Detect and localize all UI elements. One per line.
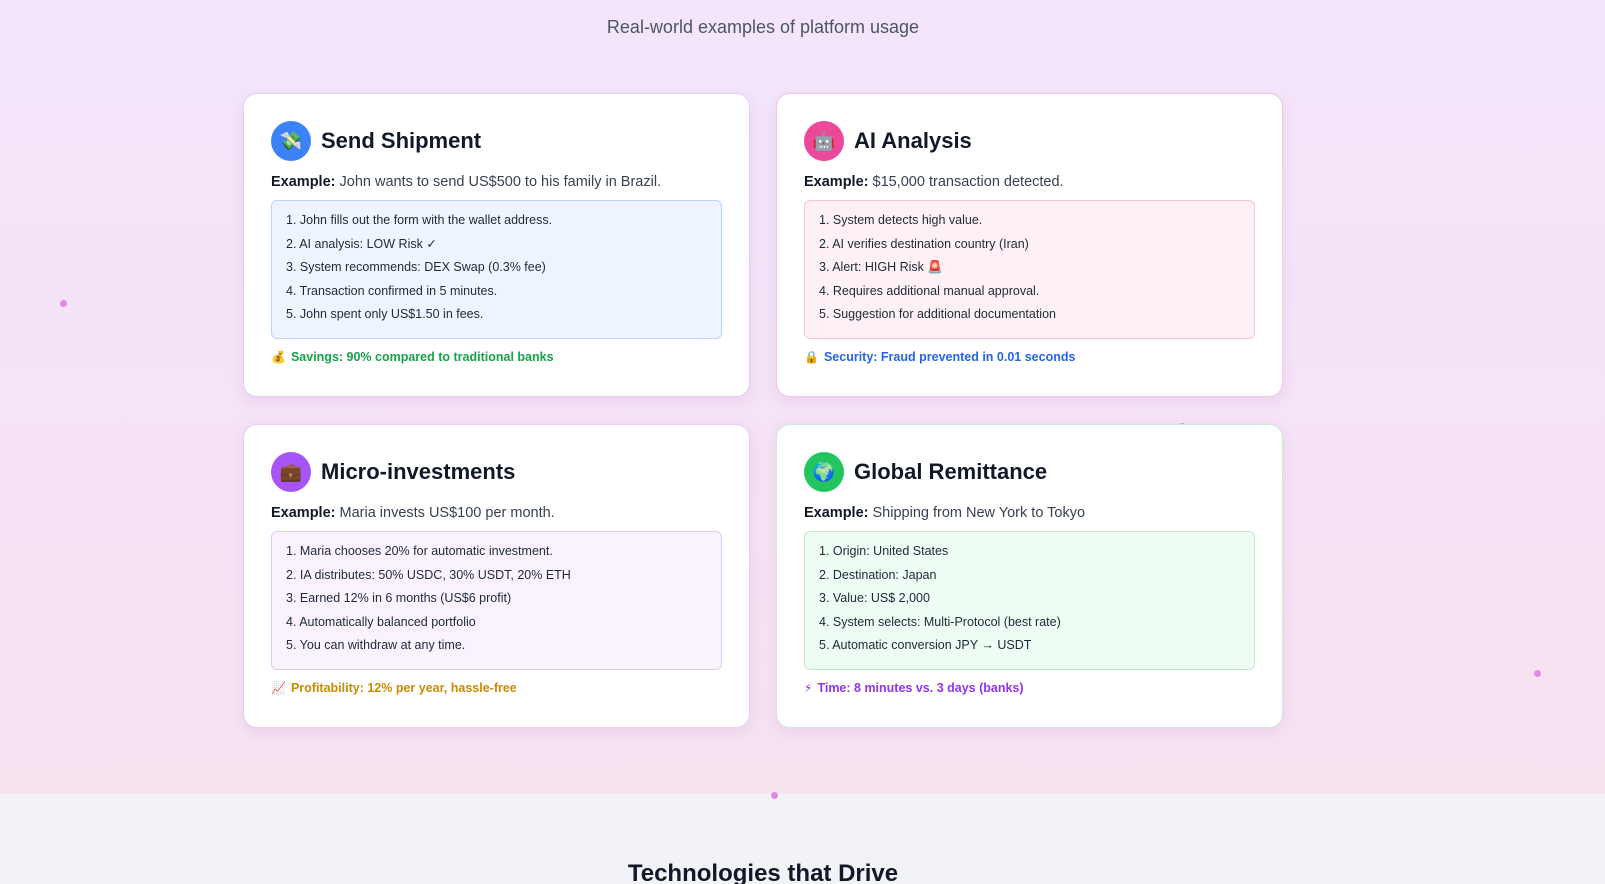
step-item: 3. Earned 12% in 6 months (US$6 profit) bbox=[286, 591, 512, 605]
use-case-card-ai-analysis: 🤖 AI Analysis Example: $15,000 transacti… bbox=[776, 93, 1283, 397]
step-item: 3. System recommends: DEX Swap (0.3% fee… bbox=[286, 260, 546, 274]
section-subtitle: Real-world examples of platform usage bbox=[606, 17, 920, 37]
step-item: 5. Automatic conversion JPY → USDT bbox=[819, 638, 1032, 652]
step-item: 5. You can withdraw at any time. bbox=[286, 638, 466, 652]
highlight-text: Security: Fraud prevented in 0.01 second… bbox=[823, 350, 1076, 364]
step-item: 4. System selects: Multi-Protocol (best … bbox=[819, 614, 1061, 629]
example-label: Example: bbox=[804, 505, 869, 521]
lightning-icon: ⚡ bbox=[804, 681, 813, 695]
briefcase-icon: 💼 bbox=[271, 452, 311, 492]
section-title-technologies: Technologies that Drive bbox=[627, 860, 899, 884]
example-text: Shipping from New York to Tokyo bbox=[872, 505, 1086, 521]
highlight-text: Time: 8 minutes vs. 3 days (banks) bbox=[817, 681, 1024, 695]
use-cases-section: Real-world examples of platform usage 💸 … bbox=[0, 0, 1605, 799]
step-item: 3. Alert: HIGH Risk 🚨 bbox=[819, 260, 943, 274]
use-case-card-global-remittance: 🌍 Global Remittance Example: Shipping fr… bbox=[776, 424, 1283, 728]
step-item: 1. John fills out the form with the wall… bbox=[286, 213, 553, 227]
example-text: John wants to send US$500 to his family … bbox=[339, 174, 662, 190]
globe-icon: 🌍 bbox=[804, 452, 844, 492]
chart-up-icon: 📈 bbox=[271, 681, 286, 695]
money-bag-icon: 💰 bbox=[271, 350, 286, 364]
step-item: 5. Suggestion for additional documentati… bbox=[819, 307, 1056, 321]
card-highlight: ⚡ Time: 8 minutes vs. 3 days (banks) bbox=[804, 681, 1255, 695]
money-wings-icon: 💸 bbox=[271, 121, 311, 161]
step-item: 2. IA distributes: 50% USDC, 30% USDT, 2… bbox=[286, 567, 571, 582]
decorative-dot bbox=[60, 300, 67, 307]
example-text: Maria invests US$100 per month. bbox=[339, 505, 555, 521]
step-item: 1. System detects high value. bbox=[819, 213, 983, 227]
highlight-text: Savings: 90% compared to traditional ban… bbox=[290, 350, 554, 364]
card-example: Example: $15,000 transaction detected. bbox=[804, 174, 1255, 190]
robot-icon: 🤖 bbox=[804, 121, 844, 161]
card-highlight: 🔒 Security: Fraud prevented in 0.01 seco… bbox=[804, 350, 1255, 364]
card-highlight: 💰 Savings: 90% compared to traditional b… bbox=[271, 350, 722, 364]
step-item: 2. AI verifies destination country (Iran… bbox=[819, 236, 1029, 251]
example-text: $15,000 transaction detected. bbox=[872, 174, 1064, 190]
example-label: Example: bbox=[804, 174, 869, 190]
card-title: Global Remittance bbox=[854, 459, 1048, 484]
steps-box: 1. Origin: United States 2. Destination:… bbox=[804, 531, 1255, 670]
decorative-dot bbox=[1534, 670, 1541, 677]
card-title: Send Shipment bbox=[321, 128, 482, 153]
card-highlight: 📈 Profitability: 12% per year, hassle-fr… bbox=[271, 681, 722, 695]
card-example: Example: Maria invests US$100 per month. bbox=[271, 505, 722, 521]
step-item: 1. Origin: United States bbox=[819, 544, 949, 558]
card-title: Micro-investments bbox=[321, 459, 516, 484]
highlight-text: Profitability: 12% per year, hassle-free bbox=[290, 681, 517, 695]
steps-box: 1. Maria chooses 20% for automatic inves… bbox=[271, 531, 722, 670]
step-item: 5. John spent only US$1.50 in fees. bbox=[286, 307, 484, 321]
step-item: 4. Automatically balanced portfolio bbox=[286, 614, 476, 629]
step-item: 2. Destination: Japan bbox=[819, 567, 937, 582]
card-title: AI Analysis bbox=[854, 128, 972, 153]
step-item: 4. Requires additional manual approval. bbox=[819, 283, 1040, 298]
steps-box: 1. System detects high value. 2. AI veri… bbox=[804, 200, 1255, 339]
step-item: 4. Transaction confirmed in 5 minutes. bbox=[286, 283, 498, 298]
step-item: 1. Maria chooses 20% for automatic inves… bbox=[286, 544, 553, 558]
example-label: Example: bbox=[271, 505, 336, 521]
use-case-card-micro-investments: 💼 Micro-investments Example: Maria inves… bbox=[243, 424, 750, 728]
lock-icon: 🔒 bbox=[804, 350, 819, 364]
card-example: Example: John wants to send US$500 to hi… bbox=[271, 174, 722, 190]
card-example: Example: Shipping from New York to Tokyo bbox=[804, 505, 1255, 521]
example-label: Example: bbox=[271, 174, 336, 190]
step-item: 2. AI analysis: LOW Risk ✓ bbox=[286, 236, 437, 251]
step-item: 3. Value: US$ 2,000 bbox=[819, 591, 930, 605]
decorative-dot bbox=[771, 792, 778, 799]
use-case-card-send-shipment: 💸 Send Shipment Example: John wants to s… bbox=[243, 93, 750, 397]
steps-box: 1. John fills out the form with the wall… bbox=[271, 200, 722, 339]
